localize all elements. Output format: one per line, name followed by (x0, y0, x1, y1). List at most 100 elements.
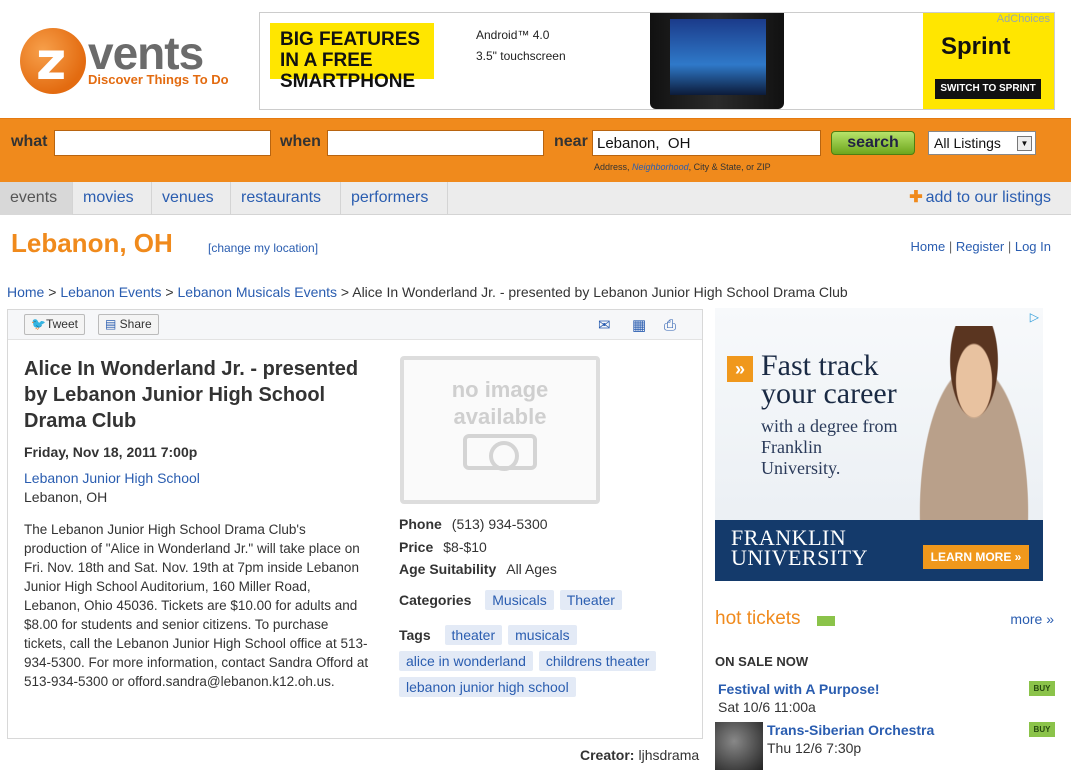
phone-value: (513) 934-5300 (451, 516, 548, 532)
search-bar: what when near search All Listings ▼ Add… (0, 118, 1071, 182)
tags-label: Tags (399, 627, 431, 643)
top-banner: z vents Discover Things To Do BIG FEATUR… (0, 0, 1071, 118)
tweet-label: Tweet (45, 317, 78, 331)
tab-events[interactable]: events (0, 182, 73, 215)
tab-venues[interactable]: venues (152, 182, 231, 215)
creator-value[interactable]: ljhsdrama (638, 747, 699, 763)
logo-tagline: Discover Things To Do (88, 72, 229, 87)
on-sale-heading: ON SALE NOW (715, 654, 809, 669)
hint-neighborhood-link[interactable]: Neighborhood (632, 162, 689, 172)
event-toolbar: 🐦Tweet ▤ Share ✉ ▦ ⎙ (8, 310, 702, 340)
event-date: Friday, Nov 18, 2011 7:00p (24, 444, 198, 460)
listing-filter-select[interactable]: All Listings ▼ (928, 131, 1036, 155)
right-advertisement[interactable]: » Fast track your career with a degree f… (715, 308, 1043, 581)
tag-link[interactable]: childrens theater (538, 651, 657, 671)
home-link[interactable]: Home (911, 239, 946, 254)
tag-link[interactable]: alice in wonderland (399, 651, 533, 671)
camera-icon (463, 434, 537, 471)
event-details: 🐦Tweet ▤ Share ✉ ▦ ⎙ Alice In Wonderland… (7, 309, 703, 739)
twitter-bird-icon: 🐦 (31, 317, 46, 331)
adchoices-icon[interactable]: ▷ (1030, 310, 1039, 324)
when-input[interactable] (327, 130, 544, 156)
tag-link[interactable]: lebanon junior high school (399, 677, 576, 697)
ticket-name-link[interactable]: Trans-Siberian Orchestra (767, 722, 934, 738)
age-row: Age Suitability All Ages (399, 561, 557, 577)
ad-headline: BIG FEATURES IN A FREE SMARTPHONE (280, 29, 421, 92)
buy-button[interactable]: BUY (1029, 681, 1055, 696)
ticket-date: Thu 12/6 7:30p (767, 740, 862, 756)
category-tag[interactable]: Musicals (485, 590, 554, 610)
breadcrumb-events[interactable]: Lebanon Events (60, 284, 161, 300)
price-label: Price (399, 539, 434, 555)
share-button[interactable]: ▤ Share (98, 314, 159, 335)
calendar-icon[interactable]: ▦ (632, 318, 652, 333)
price-value: $8-$10 (443, 539, 487, 555)
tag-link[interactable]: musicals (508, 625, 577, 645)
share-label: Share (119, 317, 152, 331)
search-button[interactable]: search (831, 131, 915, 155)
phone-label: Phone (399, 516, 442, 532)
buy-button[interactable]: BUY (1029, 722, 1055, 737)
register-link[interactable]: Register (956, 239, 1004, 254)
hint-prefix: Address, (594, 162, 633, 172)
age-value: All Ages (506, 561, 557, 577)
chevron-down-icon: ▼ (1017, 136, 1032, 151)
what-label: what (11, 133, 48, 150)
ad-phone-screen (670, 19, 766, 95)
tab-movies[interactable]: movies (73, 182, 152, 215)
ticket-date: Sat 10/6 11:00a (718, 699, 816, 715)
ad-phone-image (650, 13, 784, 109)
tab-performers[interactable]: performers (341, 182, 448, 215)
ticket-icon (817, 616, 835, 626)
account-links: Home | Register | Log In (910, 239, 1051, 254)
ad-sprint-panel: Sprint SWITCH TO SPRINT (923, 13, 1054, 109)
near-hint: Address, Neighborhood, City & State, or … (594, 162, 771, 172)
ad-right-university: FRANKLIN UNIVERSITY (731, 525, 868, 570)
zvents-logo[interactable]: z vents Discover Things To Do (18, 26, 233, 96)
ticket-thumbnail[interactable] (715, 722, 763, 770)
breadcrumb-home[interactable]: Home (7, 284, 44, 300)
hot-tickets-title: hot tickets (715, 608, 801, 629)
share-icon: ▤ (105, 317, 120, 331)
ad-right-sub: with a degree from Franklin University. (761, 416, 898, 478)
change-location-link[interactable]: [change my location] (208, 241, 318, 255)
event-city: Lebanon, OH (24, 489, 108, 505)
ad-brand: Sprint (941, 33, 1011, 60)
logo-letter: z (36, 32, 67, 92)
ad-right-cta[interactable]: LEARN MORE » (923, 545, 1029, 569)
category-tag[interactable]: Theater (559, 590, 622, 610)
event-title: Alice In Wonderland Jr. - presented by L… (24, 358, 359, 432)
ad-spec-2: 3.5" touchscreen (476, 49, 566, 63)
no-image-line-1: no image (451, 377, 549, 402)
categories-label: Categories (399, 592, 472, 608)
tags-row: Tags theater musicals alice in wonderland… (399, 625, 689, 703)
tweet-button[interactable]: 🐦Tweet (24, 314, 85, 335)
tag-link[interactable]: theater (444, 625, 503, 645)
email-icon[interactable]: ✉ (598, 318, 618, 333)
adchoices-link[interactable]: AdChoices (997, 13, 1050, 25)
event-venue-link[interactable]: Lebanon Junior High School (24, 470, 200, 486)
no-image-line-2: available (453, 404, 547, 429)
top-advertisement[interactable]: BIG FEATURES IN A FREE SMARTPHONE Androi… (259, 12, 1055, 110)
location-title: Lebanon, OH (11, 228, 173, 258)
tab-restaurants[interactable]: restaurants (231, 182, 341, 215)
what-input[interactable] (54, 130, 271, 156)
hot-tickets-more-link[interactable]: more » (1010, 611, 1054, 627)
breadcrumb: Home > Lebanon Events > Lebanon Musicals… (7, 284, 848, 300)
ad-arrow-icon: » (727, 356, 753, 382)
add-listing-link[interactable]: ✚ add to our listings (909, 182, 1051, 214)
no-image-text: no image available (404, 376, 596, 430)
breadcrumb-current: Alice In Wonderland Jr. - presented by L… (352, 284, 848, 300)
ad-spec-1: Android™ 4.0 (476, 28, 550, 42)
ticket-name-link[interactable]: Festival with A Purpose! (718, 681, 880, 697)
print-icon[interactable]: ⎙ (664, 318, 684, 333)
breadcrumb-category[interactable]: Lebanon Musicals Events (178, 284, 338, 300)
hint-suffix: , City & State, or ZIP (688, 162, 771, 172)
event-description: The Lebanon Junior High School Drama Clu… (24, 522, 369, 689)
ad-cta-button[interactable]: SWITCH TO SPRINT (935, 79, 1041, 99)
when-label: when (280, 133, 321, 150)
login-link[interactable]: Log In (1015, 239, 1051, 254)
near-input[interactable] (592, 130, 821, 156)
plus-icon: ✚ (909, 189, 923, 206)
ad-specs: Android™ 4.0 3.5" touchscreen (476, 25, 566, 67)
